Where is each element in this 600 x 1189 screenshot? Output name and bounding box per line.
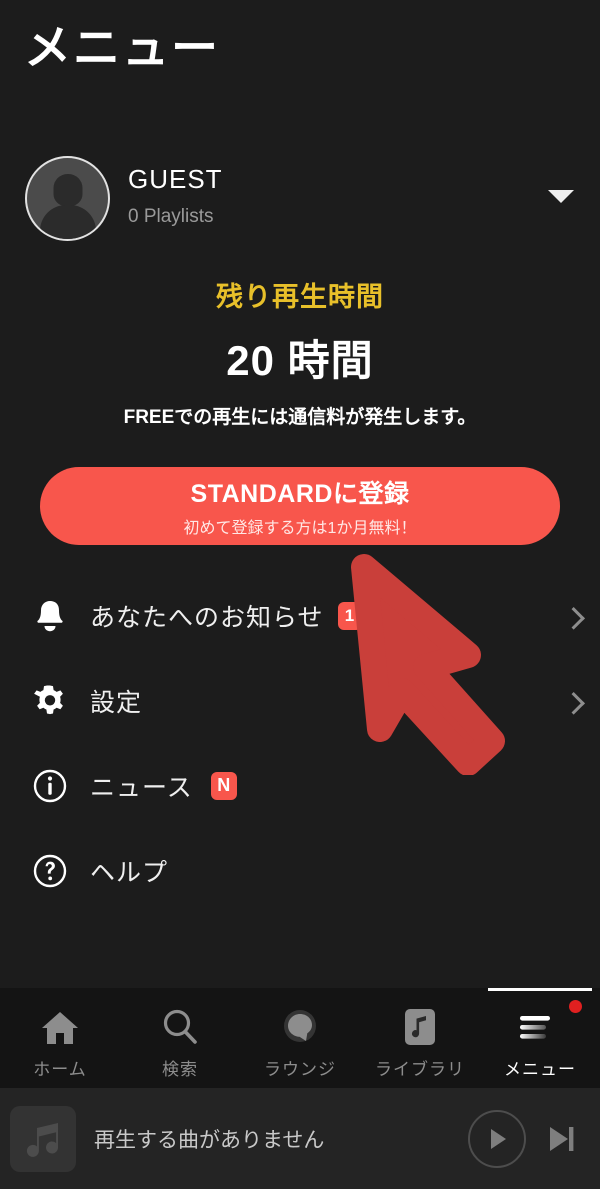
free-plan-note: FREEでの再生には通信料が発生します。 [123, 407, 477, 428]
music-note-icon [10, 1105, 76, 1172]
chevron-down-icon[interactable] [548, 190, 574, 203]
active-tab-indicator [488, 988, 592, 991]
home-icon [40, 1003, 80, 1047]
status-badge: N [210, 771, 237, 800]
person-avatar-body [39, 205, 96, 239]
nav-item-home[interactable]: ホーム [0, 988, 120, 1088]
search-icon [160, 1003, 200, 1047]
profile-name: GUEST [128, 164, 223, 194]
notification-dot [569, 1000, 582, 1013]
subscribe-main-label: STANDARDに登録 [190, 480, 410, 508]
person-avatar-icon [53, 174, 82, 206]
menu-item-notifications[interactable]: あなたへのお知らせ 1 [0, 573, 600, 658]
menu-item-settings[interactable]: 設定 [0, 658, 600, 743]
nav-item-library[interactable]: ライブラリ [360, 988, 480, 1088]
menu-item-help[interactable]: ヘルプ [0, 828, 600, 913]
nav-item-menu[interactable]: メニュー [480, 988, 600, 1088]
bell-icon [24, 598, 76, 634]
avatar [25, 156, 110, 241]
profile-row[interactable]: GUEST 0 Playlists [0, 150, 600, 250]
chevron-right-icon [562, 691, 585, 715]
nav-item-search[interactable]: 検索 [120, 988, 240, 1088]
nav-item-lounge[interactable]: ラウンジ [240, 988, 360, 1088]
library-icon [402, 1003, 438, 1047]
lounge-icon [279, 1003, 321, 1047]
menu-item-label: あなたへのお知らせ [90, 603, 324, 632]
nav-label: 検索 [162, 1059, 198, 1079]
menu-screen: メニュー GUEST 0 Playlists 残り再生時間 20 時間 FREE… [0, 0, 600, 1189]
menu-item-label: 設定 [90, 688, 143, 717]
play-icon[interactable] [468, 1109, 526, 1168]
skip-next-icon[interactable] [544, 1122, 578, 1156]
info-icon [24, 768, 76, 804]
mini-player-title: 再生する曲がありません [94, 1128, 325, 1152]
nav-label: メニュー [504, 1059, 576, 1079]
menu-item-news[interactable]: ニュース N [0, 743, 600, 828]
menu-lines-icon [516, 1000, 582, 1047]
profile-playlist-count: 0 Playlists [128, 206, 214, 227]
help-icon [24, 853, 76, 889]
menu-list: あなたへのお知らせ 1 設定 ニュース N ヘルプ [0, 573, 600, 913]
menu-item-label: ヘルプ [90, 858, 169, 887]
mini-player[interactable]: 再生する曲がありません [0, 1088, 600, 1189]
nav-label: ラウンジ [264, 1059, 336, 1079]
gear-icon [24, 683, 76, 719]
nav-label: ライブラリ [375, 1059, 465, 1079]
subscribe-standard-button[interactable]: STANDARDに登録 初めて登録する方は1か月無料！ [40, 467, 560, 545]
nav-label: ホーム [33, 1059, 87, 1079]
subscribe-sub-label: 初めて登録する方は1か月無料！ [183, 520, 417, 537]
menu-item-label: ニュース [90, 773, 193, 802]
bottom-navigation: ホーム 検索 ラウンジ ライブラリ メニュー [0, 988, 600, 1088]
chevron-right-icon [562, 606, 585, 630]
page-title: メニュー [24, 21, 220, 74]
remaining-time-value: 20 時間 [226, 337, 374, 384]
status-badge: 1 [337, 601, 362, 630]
remaining-time-label: 残り再生時間 [216, 282, 384, 312]
